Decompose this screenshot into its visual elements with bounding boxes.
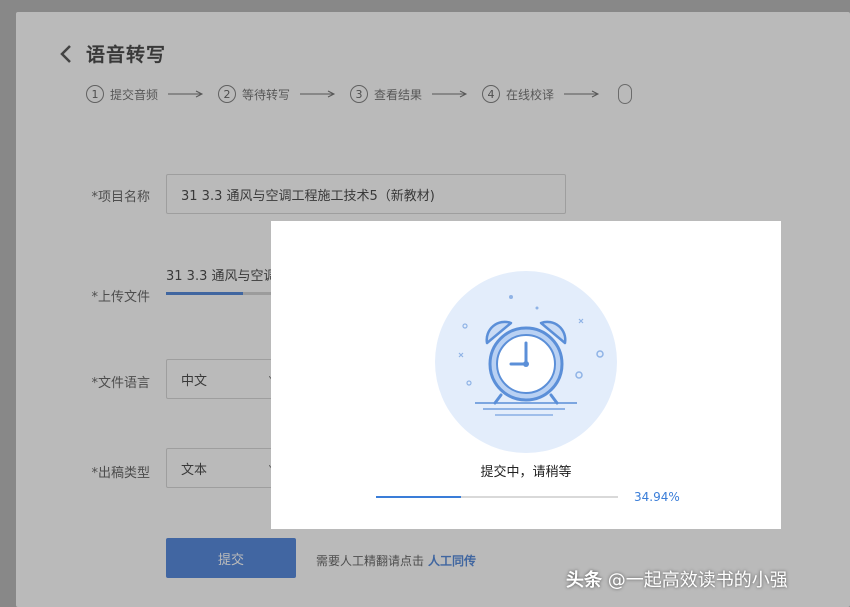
submit-progress-fill xyxy=(376,496,461,498)
submitting-modal: 提交中，请稍等 34.94% xyxy=(271,221,781,529)
watermark-handle: @一起高效读书的小强 xyxy=(607,570,788,591)
watermark-brand: 头条 xyxy=(566,570,602,591)
submit-progress-text: 34.94% xyxy=(634,490,680,504)
watermark: 头条 @一起高效读书的小强 xyxy=(566,566,788,592)
alarm-clock-icon xyxy=(435,271,617,453)
submit-progress-bar xyxy=(376,496,618,498)
submitting-message: 提交中，请稍等 xyxy=(480,465,572,480)
